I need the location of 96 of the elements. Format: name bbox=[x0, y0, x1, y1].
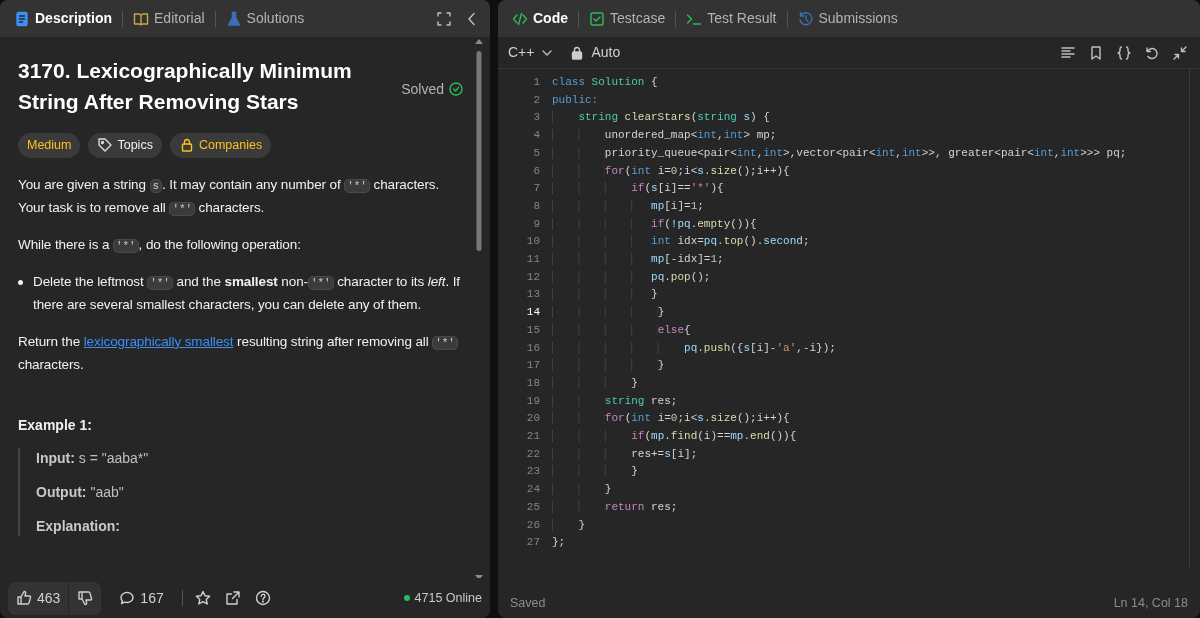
line-number: 12 bbox=[525, 269, 540, 285]
line-number: 1 bbox=[532, 75, 540, 90]
status-dot bbox=[403, 595, 410, 601]
document-icon bbox=[14, 10, 30, 27]
check-circle-icon bbox=[448, 81, 464, 97]
history-icon bbox=[797, 10, 814, 27]
code-line: string res; bbox=[552, 392, 678, 411]
thumbs-up-icon bbox=[16, 590, 32, 606]
checkbox-icon bbox=[589, 10, 605, 27]
description-text: While there is a '*' , do the following operation: bbox=[18, 235, 302, 255]
line-number: 21 bbox=[525, 429, 540, 445]
description-text: Delete the leftmost '*' and the smallest non- '*' character to its left. If there are several smallest characters, you can delete any of them. bbox=[33, 272, 461, 314]
line-number: 15 bbox=[525, 322, 540, 338]
problem-title: 3170. Lexicographically Minimum String After Removing Stars bbox=[18, 58, 353, 115]
line-number: 20 bbox=[525, 411, 540, 427]
line-number: 7 bbox=[532, 181, 540, 197]
comment-icon bbox=[119, 590, 136, 606]
code-line: unordered_map<int,int> mp; bbox=[552, 127, 777, 145]
line-number: 13 bbox=[525, 287, 540, 303]
mode-label: Auto bbox=[591, 43, 621, 62]
example-line: Input: s = "aaba*" bbox=[36, 448, 150, 468]
expand-icon[interactable] bbox=[436, 10, 452, 27]
thumbs-down-icon bbox=[77, 590, 94, 606]
line-number: 26 bbox=[525, 517, 540, 533]
solved-status: Solved bbox=[401, 61, 464, 117]
line-number: 11 bbox=[525, 252, 540, 268]
panel-tab[interactable]: Submissions bbox=[791, 6, 904, 31]
line-number: 27 bbox=[525, 535, 540, 551]
braces-icon[interactable] bbox=[1116, 44, 1132, 61]
line-number: 17 bbox=[525, 358, 540, 374]
line-number: 19 bbox=[525, 393, 540, 409]
example-line: Output: "aab" bbox=[36, 482, 125, 502]
line-number: 18 bbox=[525, 375, 540, 391]
reset-icon[interactable] bbox=[1144, 44, 1160, 61]
line-number: 5 bbox=[532, 145, 540, 161]
code-line: class Solution { bbox=[552, 75, 658, 90]
bookmark-icon[interactable] bbox=[1088, 44, 1104, 61]
line-number: 8 bbox=[532, 198, 540, 214]
line-number: 9 bbox=[532, 216, 540, 232]
collapse-icon[interactable] bbox=[1172, 44, 1188, 61]
code-line: res+=s[i]; bbox=[552, 445, 698, 464]
panel-tab[interactable]: Description bbox=[8, 6, 118, 31]
online-count: 4715 Online bbox=[414, 589, 482, 607]
flask-icon bbox=[225, 10, 242, 27]
language-dropdown[interactable]: C++ bbox=[508, 42, 556, 63]
code-line: public: bbox=[552, 92, 599, 108]
panel-tab[interactable]: Testcase bbox=[583, 6, 672, 31]
star-icon[interactable] bbox=[194, 590, 211, 606]
line-number: 10 bbox=[525, 234, 540, 250]
line-number: 16 bbox=[525, 340, 540, 356]
tag-button[interactable]: Topics bbox=[88, 133, 162, 158]
example-heading: Example 1: bbox=[18, 415, 93, 435]
cursor-position: Ln 14, Col 18 bbox=[1113, 594, 1188, 612]
description-text: You are given a string s . It may contain any number of '*' characters. Your task is to remove all '*' characters. bbox=[18, 175, 441, 218]
code-line: mp[-idx]=1; bbox=[552, 251, 724, 269]
code-line: }; bbox=[552, 535, 566, 551]
line-number: 24 bbox=[525, 482, 540, 498]
link[interactable]: lexicographically smallest bbox=[83, 333, 234, 349]
difficulty-level: Medium bbox=[18, 133, 81, 158]
share-icon[interactable] bbox=[224, 590, 241, 606]
panel-tab[interactable]: Code bbox=[506, 6, 574, 31]
code-line: if(!pq.empty()){ bbox=[552, 215, 757, 234]
code-line: pq.pop(); bbox=[552, 268, 711, 287]
code-line: for(int i=0;i<s.size();i++){ bbox=[552, 410, 790, 429]
line-number: 14 bbox=[525, 305, 540, 321]
help-icon[interactable] bbox=[254, 590, 271, 606]
panel-tab[interactable]: Test Result bbox=[680, 6, 783, 31]
tag-icon bbox=[97, 137, 114, 154]
code-line: priority_queue<pair<int,int>,vector<pair<int,int>>, greater<pair<int,int>>> pq; bbox=[552, 144, 1127, 163]
code-line: if(mp.find(i)==mp.end()){ bbox=[552, 428, 797, 446]
code-line: int idx=pq.top().second; bbox=[552, 233, 810, 252]
line-number: 23 bbox=[525, 464, 540, 480]
bullet-mark bbox=[18, 279, 23, 285]
line-number: 3 bbox=[532, 110, 540, 126]
example-line: Explanation: bbox=[36, 516, 121, 536]
scrollbar[interactable] bbox=[474, 37, 484, 578]
line-number: 2 bbox=[532, 92, 540, 108]
line-number: 4 bbox=[532, 128, 540, 144]
tag-button[interactable]: Companies bbox=[169, 133, 272, 158]
code-line: pq.push({s[i]-'a',-i}); bbox=[552, 339, 836, 358]
align-left-icon[interactable] bbox=[1060, 44, 1076, 61]
code-icon bbox=[512, 10, 528, 27]
code-line: return res; bbox=[552, 498, 678, 517]
line-number: 6 bbox=[532, 163, 540, 179]
save-status: Saved bbox=[510, 594, 546, 612]
code-line: if(s[i]=='*'){ bbox=[552, 180, 724, 198]
code-line: string clearStars(string s) { bbox=[552, 109, 770, 128]
line-number: 25 bbox=[525, 499, 540, 515]
description-text: Return the lexicographically smallest resulting string after removing all '*' characters. bbox=[18, 330, 464, 375]
book-icon bbox=[133, 10, 149, 27]
line-number: 22 bbox=[525, 446, 540, 462]
panel-tab[interactable]: Editorial bbox=[127, 6, 211, 31]
panel-tab[interactable]: Solutions bbox=[219, 6, 311, 31]
code-line: mp[i]=1; bbox=[552, 197, 704, 216]
code-line: for(int i=0;i<s.size();i++){ bbox=[552, 162, 790, 181]
comments-button[interactable]: 167 bbox=[111, 581, 172, 615]
